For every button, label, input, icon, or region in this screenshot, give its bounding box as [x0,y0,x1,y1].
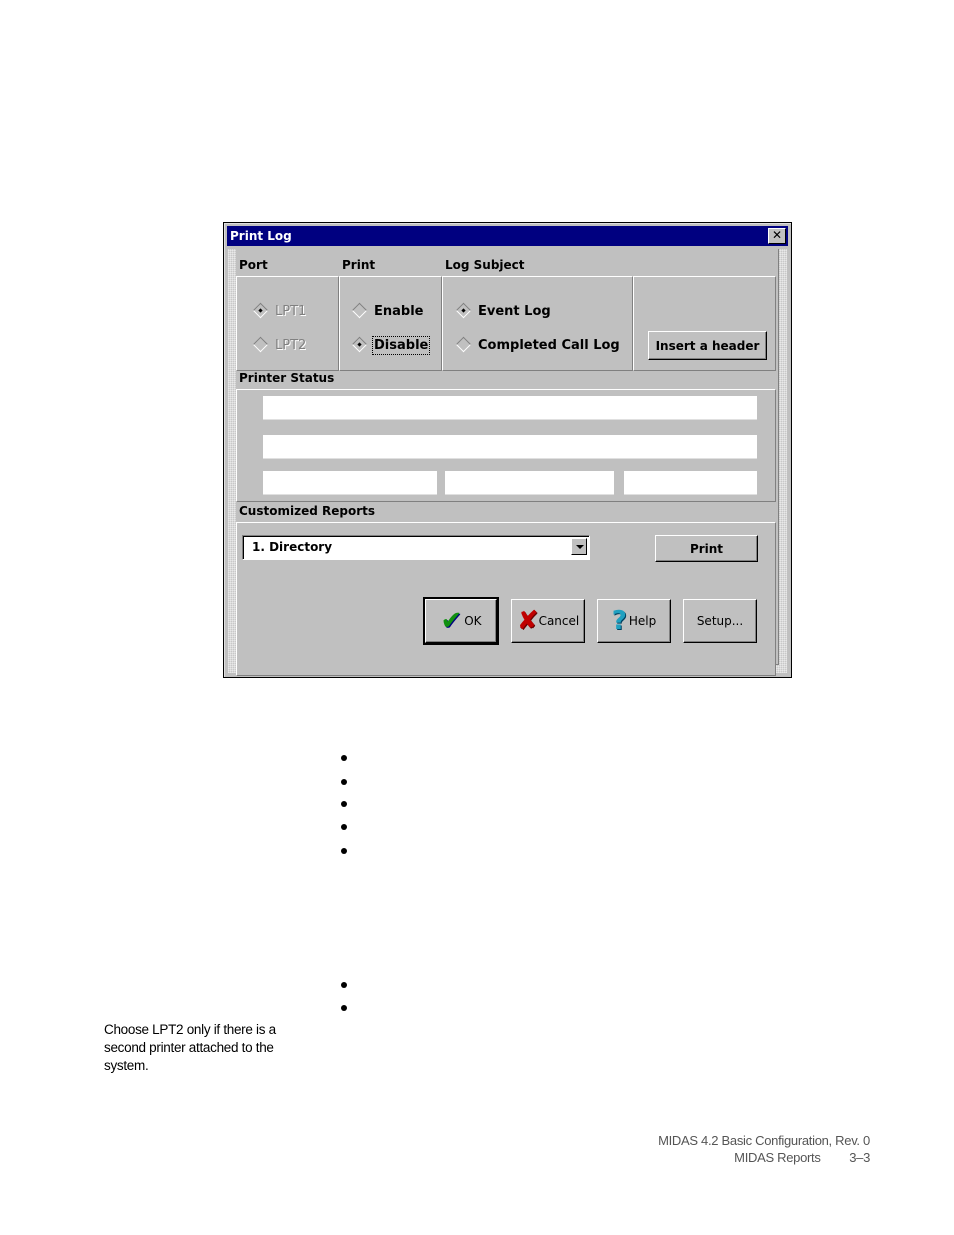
radio-diamond-icon [455,336,472,353]
port-label: Port [239,258,268,272]
checkmark-icon: ✔ [440,606,463,636]
radio-diamond-icon [455,302,472,319]
customized-reports-label: Customized Reports [239,504,375,518]
bullet [341,779,347,785]
log-subject-label: Log Subject [445,258,525,272]
print-log-dialog: Print Log ✕ Port Print Log Subject LPT1 … [223,222,792,678]
question-mark-icon: ? [611,606,627,636]
radio-diamond-icon [351,302,368,319]
status-field-1 [263,396,757,420]
close-button[interactable]: ✕ [768,228,786,244]
ok-button[interactable]: ✔ OK [423,597,499,645]
status-field-5 [624,471,757,495]
radio-lpt1[interactable]: LPT1 [252,302,306,319]
footer-page-number: 3–3 [849,1150,870,1165]
status-field-4 [445,471,614,495]
report-select[interactable]: 1. Directory [242,535,590,560]
report-select-value: 1. Directory [252,540,333,554]
footer-section-line: MIDAS Reports 3–3 [734,1150,870,1165]
radio-event-log[interactable]: Event Log [455,302,551,319]
footer-doc-title: MIDAS 4.2 Basic Configuration, Rev. 0 [658,1133,870,1148]
radio-diamond-icon [252,336,269,353]
cancel-button[interactable]: ✘ Cancel [511,599,585,643]
setup-button[interactable]: Setup... [683,599,757,643]
port-panel: LPT1 LPT2 [236,276,339,371]
print-button[interactable]: Print [655,535,758,562]
radio-diamond-icon [252,302,269,319]
radio-disable[interactable]: Disable [351,336,431,355]
bullet [341,848,347,854]
customized-reports-panel: 1. Directory Print ✔ OK ✘ Cancel ? Help … [236,522,776,676]
insert-header-button[interactable]: Insert a header [648,331,767,360]
radio-completed-call-log[interactable]: Completed Call Log [455,336,620,353]
bullet [341,824,347,830]
dialog-title: Print Log [230,229,292,243]
bullet [341,801,347,807]
chevron-down-icon[interactable] [571,538,587,555]
status-field-2 [263,435,757,459]
red-x-icon: ✘ [516,606,539,636]
header-panel: Insert a header [633,276,776,371]
bullet [341,982,347,988]
printer-status-panel [236,389,776,502]
footer-section: MIDAS Reports [734,1150,821,1165]
bullet [341,755,347,761]
dialog-body: Port Print Log Subject LPT1 LPT2 Enable … [236,249,779,676]
dialog-frame: Port Print Log Subject LPT1 LPT2 Enable … [228,249,787,676]
bullet [341,1005,347,1011]
help-button[interactable]: ? Help [597,599,671,643]
print-label: Print [342,258,376,272]
log-subject-panel: Event Log Completed Call Log [442,276,633,371]
status-field-3 [263,471,437,495]
print-panel: Enable Disable [339,276,442,371]
printer-status-label: Printer Status [239,371,335,385]
title-bar: Print Log ✕ [227,226,788,246]
radio-lpt2[interactable]: LPT2 [252,336,306,353]
radio-diamond-icon [351,336,368,353]
radio-enable[interactable]: Enable [351,302,424,319]
side-note: Choose LPT2 only if there is a second pr… [104,1022,276,1073]
